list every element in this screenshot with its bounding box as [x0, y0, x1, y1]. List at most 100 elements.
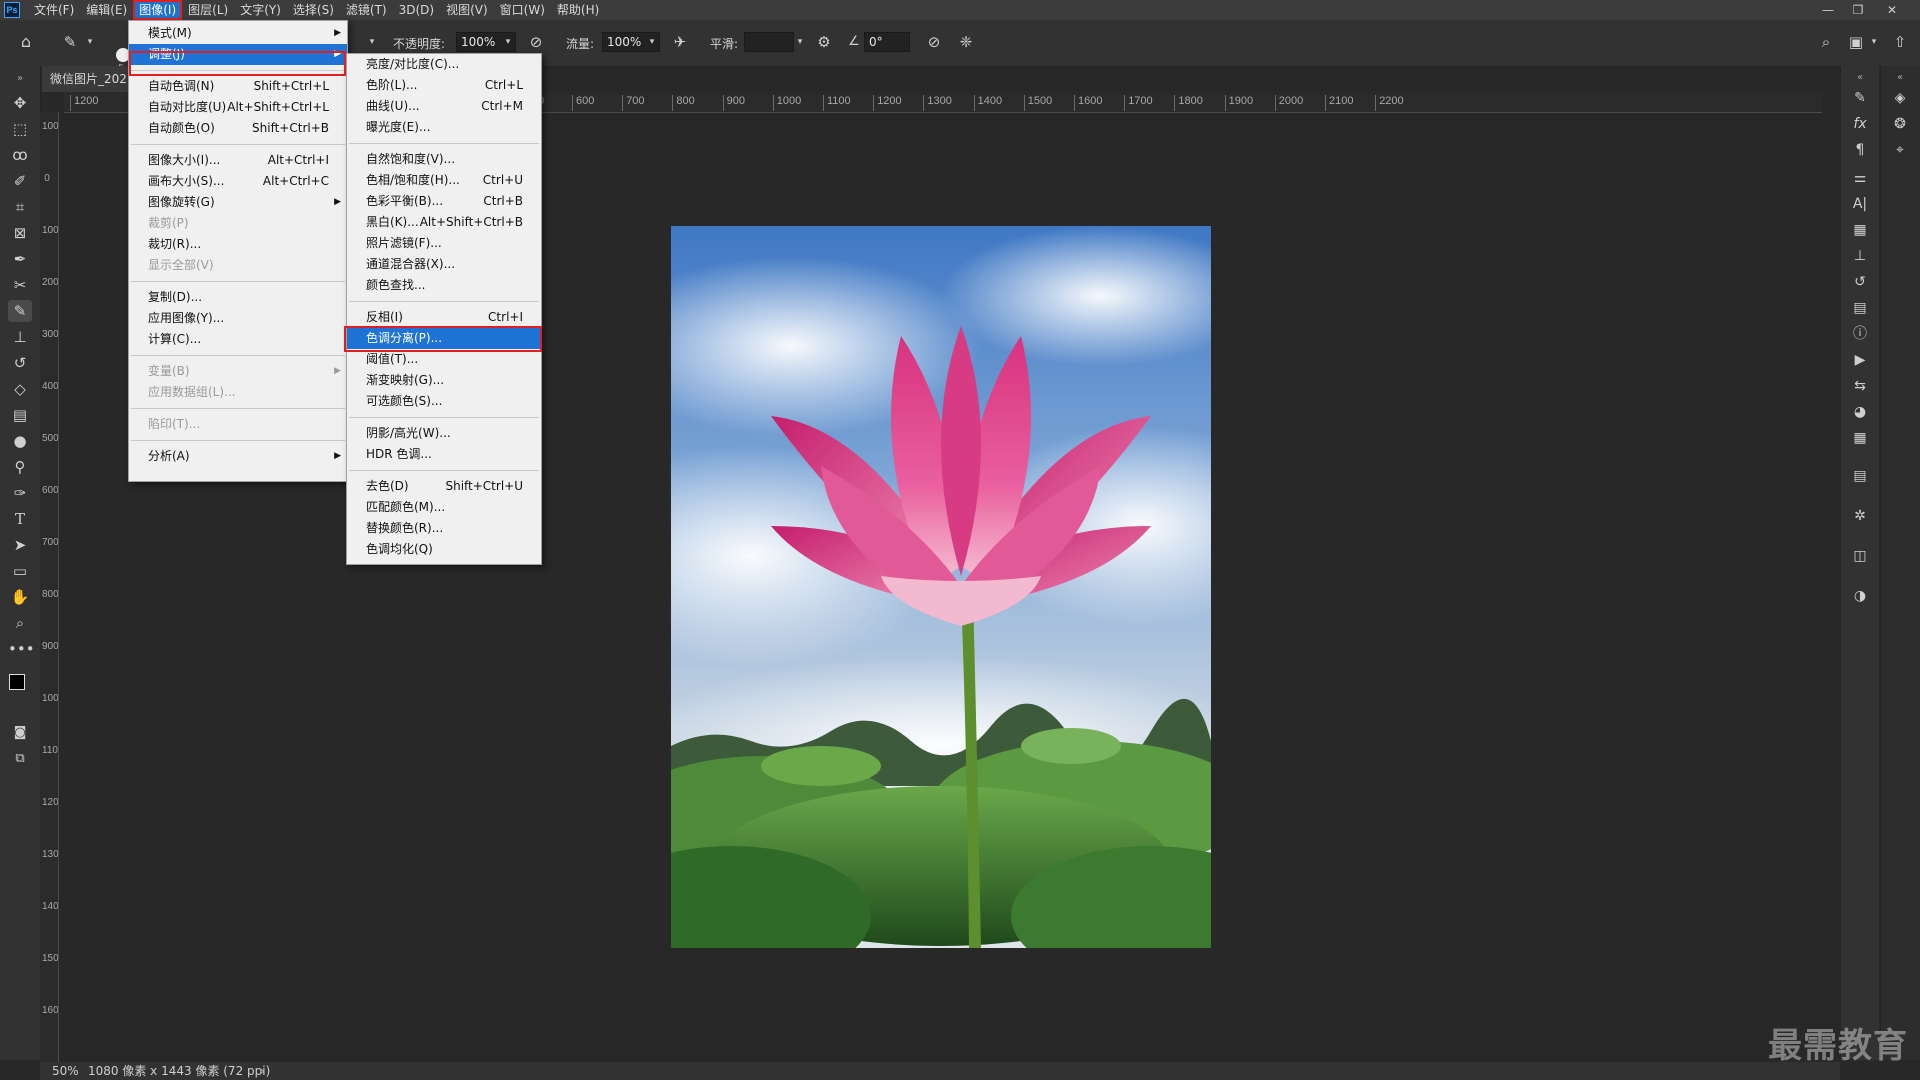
dodge-tool-icon[interactable]: ⚲: [8, 456, 32, 478]
brush-tool-icon[interactable]: ✎: [60, 32, 80, 52]
collapse-icon[interactable]: »: [8, 68, 32, 90]
menu-item[interactable]: 色调分离(P)...: [347, 328, 541, 349]
more-tools-icon[interactable]: •••: [8, 638, 35, 660]
measure-icon[interactable]: ◫: [1850, 546, 1870, 566]
foreground-color-swatch[interactable]: [9, 674, 25, 690]
menu-item[interactable]: 色彩平衡(B)... Ctrl+B: [347, 191, 541, 212]
menu-5[interactable]: 选择(S): [287, 0, 340, 20]
menu-item[interactable]: 模式(M) ▶: [129, 23, 347, 44]
share-icon[interactable]: ⇧: [1890, 32, 1910, 52]
menu-item[interactable]: 自动对比度(U) Alt+Shift+Ctrl+L: [129, 97, 347, 118]
pressure-size-icon[interactable]: ⊘: [924, 32, 944, 52]
restore-button[interactable]: ❐: [1846, 0, 1870, 20]
menu-0[interactable]: 文件(F): [28, 0, 80, 20]
eraser-tool-icon[interactable]: ◇: [8, 378, 32, 400]
brush-tool-icon[interactable]: ✎: [8, 300, 32, 322]
menu-item[interactable]: 阴影/高光(W)...: [347, 423, 541, 444]
rectangle-tool-icon[interactable]: ▭: [8, 560, 32, 582]
menu-item[interactable]: 替换颜色(R)...: [347, 518, 541, 539]
menu-item[interactable]: 应用图像(Y)...: [129, 308, 347, 329]
crop-tool-icon[interactable]: ⌗: [8, 196, 32, 218]
move-tool-icon[interactable]: ✥: [8, 92, 32, 114]
home-icon[interactable]: ⌂: [16, 32, 36, 52]
menu-item[interactable]: 图像大小(I)... Alt+Ctrl+I: [129, 150, 347, 171]
menu-item[interactable]: 颜色查找...: [347, 275, 541, 296]
workspace-icon[interactable]: ▣: [1846, 32, 1866, 52]
brush-settings-icon[interactable]: ✎: [1850, 88, 1870, 108]
frame-tool-icon[interactable]: ⊠: [8, 222, 32, 244]
expand-icon[interactable]: «: [1890, 68, 1910, 88]
stamp-tool-icon[interactable]: ⊥: [8, 326, 32, 348]
menu-item[interactable]: 色阶(L)... Ctrl+L: [347, 75, 541, 96]
quick-select-tool-icon[interactable]: ✐: [8, 170, 32, 192]
notes-icon[interactable]: ▤: [1850, 466, 1870, 486]
layer-comps-icon[interactable]: ⇆: [1850, 376, 1870, 396]
minimize-button[interactable]: —: [1816, 0, 1840, 20]
menu-item[interactable]: 通道混合器(X)...: [347, 254, 541, 275]
menu-10[interactable]: 帮助(H): [551, 0, 605, 20]
type-tool-icon[interactable]: T: [8, 508, 32, 530]
symmetry-icon[interactable]: ❈: [956, 32, 976, 52]
marquee-tool-icon[interactable]: ⬚: [8, 118, 32, 140]
smoothing-field[interactable]: [744, 32, 794, 52]
collapse-icon[interactable]: «: [1850, 68, 1870, 88]
menu-4[interactable]: 文字(Y): [234, 0, 287, 20]
menu-item[interactable]: 自动颜色(O) Shift+Ctrl+B: [129, 118, 347, 139]
tool-presets-icon[interactable]: ▤: [1850, 298, 1870, 318]
table-icon[interactable]: ▦: [1850, 428, 1870, 448]
libraries-icon[interactable]: ▦: [1850, 220, 1870, 240]
menu-item[interactable]: HDR 色调...: [347, 444, 541, 465]
quick-mask-icon[interactable]: ◙: [8, 722, 32, 744]
chevron-down-icon[interactable]: ▾: [362, 32, 382, 52]
menu-item[interactable]: 渐变映射(G)...: [347, 370, 541, 391]
chevron-down-icon[interactable]: ▾: [498, 32, 518, 52]
gear-icon[interactable]: ⚙: [814, 32, 834, 52]
paths-icon[interactable]: ⌖: [1890, 140, 1910, 160]
menu-3[interactable]: 图层(L): [182, 0, 234, 20]
healing-tool-icon[interactable]: ✂: [8, 274, 32, 296]
actions-icon[interactable]: ▶: [1850, 350, 1870, 370]
menu-item[interactable]: 色调均化(Q): [347, 539, 541, 560]
chevron-down-icon[interactable]: ▾: [642, 32, 662, 52]
search-icon[interactable]: ⌕: [1816, 32, 1836, 52]
menu-item[interactable]: 亮度/对比度(C)...: [347, 54, 541, 75]
menu-6[interactable]: 滤镜(T): [340, 0, 393, 20]
menu-item[interactable]: 去色(D) Shift+Ctrl+U: [347, 476, 541, 497]
zoom-level[interactable]: 50%: [52, 1062, 79, 1080]
zoom-tool-icon[interactable]: ⌕: [8, 612, 32, 634]
menu-item[interactable]: 画布大小(S)... Alt+Ctrl+C: [129, 171, 347, 192]
menu-item[interactable]: 色相/饱和度(H)... Ctrl+U: [347, 170, 541, 191]
pressure-opacity-icon[interactable]: ⊘: [526, 32, 546, 52]
info-icon[interactable]: ⓘ: [1850, 324, 1870, 344]
menu-item[interactable]: 调整(J) ▶: [129, 44, 347, 65]
menu-8[interactable]: 视图(V): [440, 0, 494, 20]
screen-mode-icon[interactable]: ⧉: [8, 748, 32, 770]
hand-tool-icon[interactable]: ✋: [8, 586, 32, 608]
layers-icon[interactable]: ◈: [1890, 88, 1910, 108]
menu-item[interactable]: 照片滤镜(F)...: [347, 233, 541, 254]
timeline-icon[interactable]: ✲: [1850, 506, 1870, 526]
menu-item[interactable]: 计算(C)...: [129, 329, 347, 350]
menu-item[interactable]: 裁切(R)...: [129, 234, 347, 255]
path-select-tool-icon[interactable]: ➤: [8, 534, 32, 556]
chevron-down-icon[interactable]: ▾: [1864, 32, 1884, 52]
menu-item[interactable]: 可选颜色(S)...: [347, 391, 541, 412]
character-icon[interactable]: A|: [1850, 194, 1870, 214]
chevron-right-icon[interactable]: ›: [260, 1062, 265, 1080]
clone-source-icon[interactable]: ⊥: [1850, 246, 1870, 266]
3d-icon[interactable]: ◕: [1850, 402, 1870, 422]
paragraph-icon[interactable]: ¶: [1850, 140, 1870, 160]
menu-1[interactable]: 编辑(E): [80, 0, 133, 20]
gradient-tool-icon[interactable]: ▤: [8, 404, 32, 426]
eyedropper-tool-icon[interactable]: ✒: [8, 248, 32, 270]
menu-item[interactable]: 图像旋转(G) ▶: [129, 192, 347, 213]
properties-icon[interactable]: ◑: [1850, 586, 1870, 606]
chevron-down-icon[interactable]: ▾: [80, 32, 100, 52]
menu-item[interactable]: 复制(D)...: [129, 287, 347, 308]
lasso-tool-icon[interactable]: ꝏ: [8, 144, 32, 166]
menu-item[interactable]: 阈值(T)...: [347, 349, 541, 370]
menu-item[interactable]: 分析(A) ▶: [129, 446, 347, 467]
menu-item[interactable]: 曲线(U)... Ctrl+M: [347, 96, 541, 117]
menu-7[interactable]: 3D(D): [393, 0, 440, 20]
close-button[interactable]: ✕: [1880, 0, 1904, 20]
